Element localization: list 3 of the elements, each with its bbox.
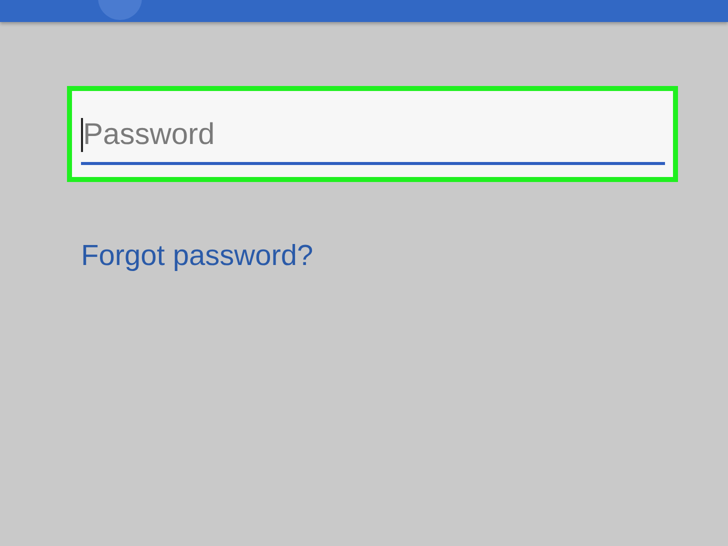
forgot-password-link[interactable]: Forgot password? (81, 240, 314, 273)
password-input[interactable]: Password (83, 118, 665, 152)
password-field[interactable]: Password (72, 91, 673, 177)
